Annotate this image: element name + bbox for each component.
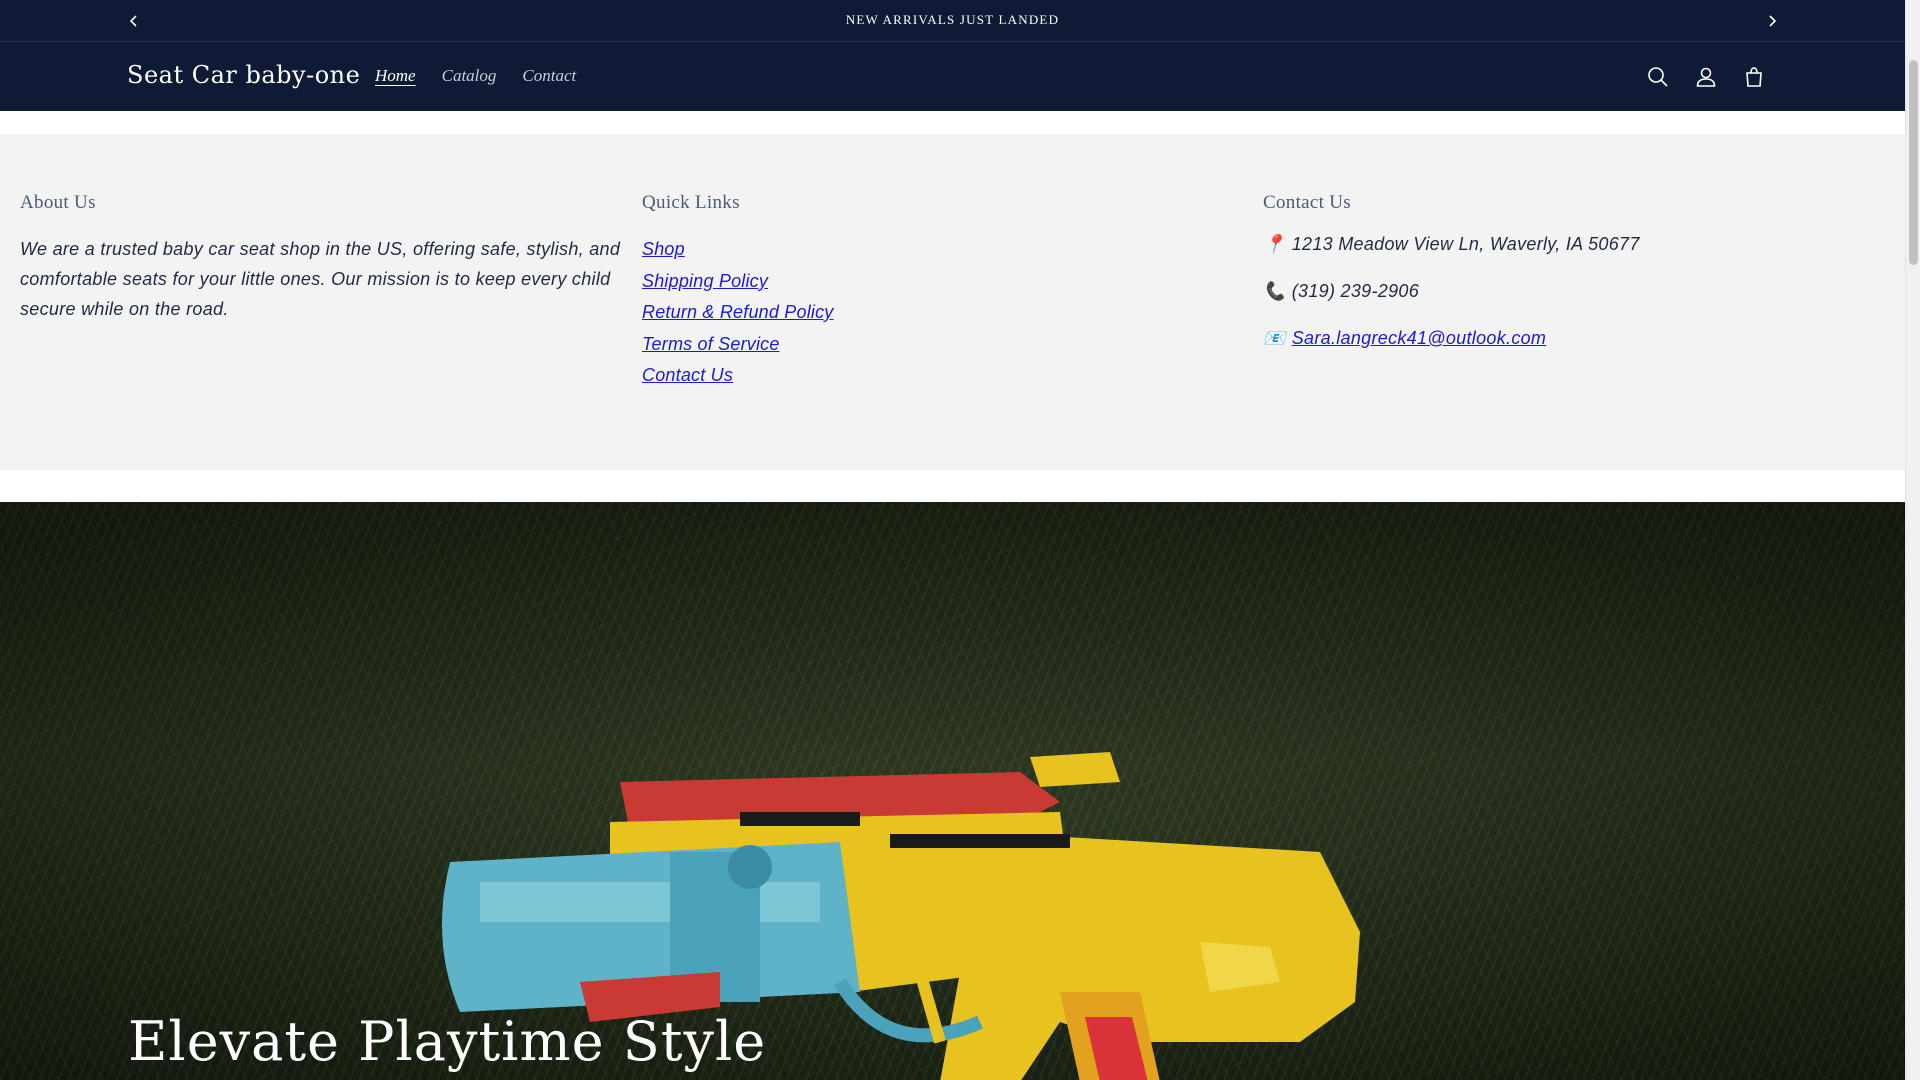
quick-links-column: Quick Links Shop Shipping Policy Return … [642, 192, 1042, 392]
link-return-refund-policy[interactable]: Return & Refund Policy [642, 297, 1042, 329]
info-section: About Us We are a trusted baby car seat … [0, 134, 1905, 470]
site-header: Seat Car baby-one Home Catalog Contact [0, 42, 1905, 111]
link-shop[interactable]: Shop [642, 234, 1042, 266]
nav-contact[interactable]: Contact [509, 66, 589, 86]
account-icon[interactable] [1693, 64, 1719, 90]
page-scrollbar[interactable] [1905, 0, 1920, 1080]
phone-icon: 📞 [1263, 281, 1286, 301]
link-terms-of-service[interactable]: Terms of Service [642, 329, 1042, 361]
spacer [0, 470, 1905, 502]
cart-icon[interactable] [1741, 64, 1767, 90]
hero-headline: Elevate Playtime Style [128, 1010, 767, 1073]
spacer [0, 111, 1905, 134]
contact-phone: 📞 (319) 239-2906 [1263, 281, 1863, 302]
link-contact-us[interactable]: Contact Us [642, 360, 1042, 392]
about-text: We are a trusted baby car seat shop in t… [20, 239, 621, 319]
link-shipping-policy[interactable]: Shipping Policy [642, 266, 1042, 298]
about-heading: About Us [20, 192, 96, 213]
store-logo[interactable]: Seat Car baby-one [127, 61, 360, 89]
scrollbar-thumb[interactable] [1909, 60, 1918, 265]
main-nav: Home Catalog Contact [362, 66, 589, 86]
contact-address: 📍 1213 Meadow View Ln, Waverly, IA 50677 [1263, 234, 1863, 255]
pin-icon: 📍 [1263, 234, 1286, 254]
search-icon[interactable] [1645, 64, 1671, 90]
announcement-text: NEW ARRIVALS JUST LANDED [845, 12, 1060, 27]
nav-catalog[interactable]: Catalog [429, 66, 510, 86]
contact-column: Contact Us 📍 1213 Meadow View Ln, Waverl… [1263, 192, 1863, 375]
hero-banner: Elevate Playtime Style [0, 502, 1905, 1080]
nav-home[interactable]: Home [362, 66, 429, 86]
email-link[interactable]: Sara.langreck41@outlook.com [1292, 328, 1547, 349]
chevron-right-icon[interactable] [1762, 11, 1782, 31]
address-text: 1213 Meadow View Ln, Waverly, IA 50677 [1291, 234, 1640, 254]
contact-heading: Contact Us [1263, 192, 1351, 213]
header-icons [1645, 64, 1767, 90]
contact-email: 📧 Sara.langreck41@outlook.com [1263, 328, 1863, 349]
quick-links-heading: Quick Links [642, 192, 740, 213]
about-column: About Us We are a trusted baby car seat … [20, 192, 640, 324]
announcement-bar: NEW ARRIVALS JUST LANDED [0, 0, 1905, 42]
mail-icon: 📧 [1263, 328, 1286, 348]
phone-text: (319) 239-2906 [1291, 281, 1420, 301]
